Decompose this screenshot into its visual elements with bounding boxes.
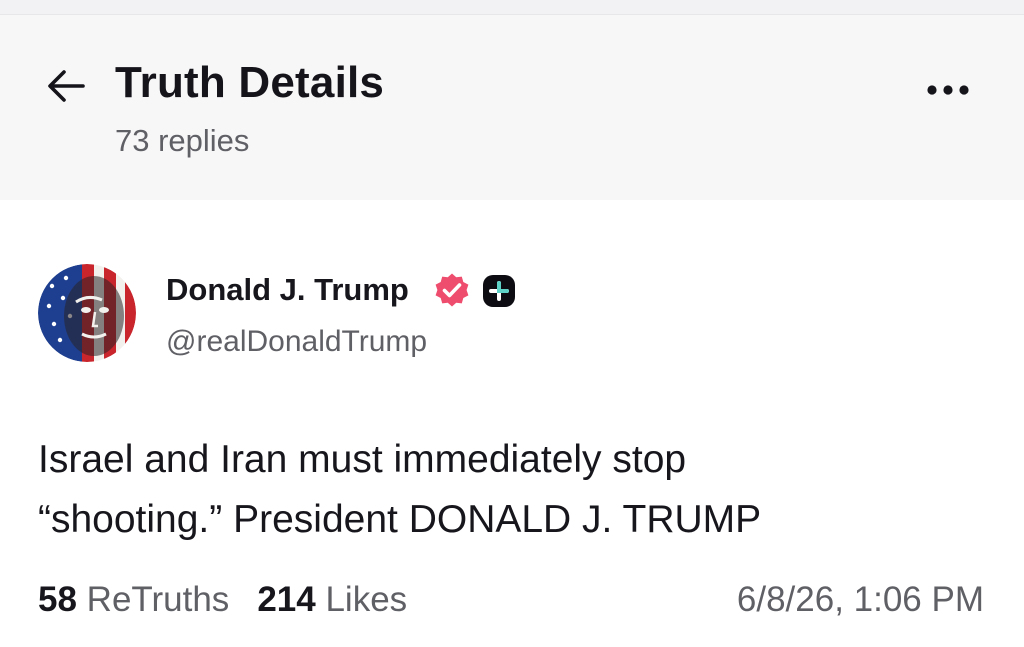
author-handle[interactable]: @realDonaldTrump [166, 325, 427, 359]
post-text-line: Israel and Iran must immediately stop [38, 438, 687, 481]
retruths-label: ReTruths [86, 580, 230, 619]
post-stats: 58 ReTruths 214 Likes [38, 580, 407, 620]
more-options-button[interactable] [918, 70, 978, 110]
arrow-left-icon [48, 70, 85, 102]
author-name[interactable]: Donald J. Trump [166, 272, 409, 308]
page-title: Truth Details [115, 58, 385, 107]
retruths-count: 58 [38, 580, 77, 619]
retruths-stat[interactable]: 58 ReTruths [38, 580, 229, 619]
status-bar-divider [0, 0, 1024, 15]
post-timestamp: 6/8/26, 1:06 PM [736, 580, 984, 619]
likes-count: 214 [257, 580, 316, 619]
verified-badge-icon [435, 273, 469, 307]
truth-details-page: Truth Details 73 replies Donald J. Trump… [0, 0, 1024, 647]
ellipsis-icon [927, 85, 969, 95]
post-text-line: “shooting.” President DONALD J. TRUMP [38, 498, 762, 541]
avatar-image [38, 264, 136, 362]
back-button[interactable] [42, 64, 90, 108]
likes-stat[interactable]: 214 Likes [257, 580, 407, 619]
author-avatar[interactable] [38, 264, 136, 362]
plus-badge-icon [483, 275, 515, 307]
likes-label: Likes [325, 580, 408, 619]
post-text: Israel and Iran must immediately stop “s… [38, 430, 988, 550]
replies-count[interactable]: 73 replies [115, 123, 249, 159]
